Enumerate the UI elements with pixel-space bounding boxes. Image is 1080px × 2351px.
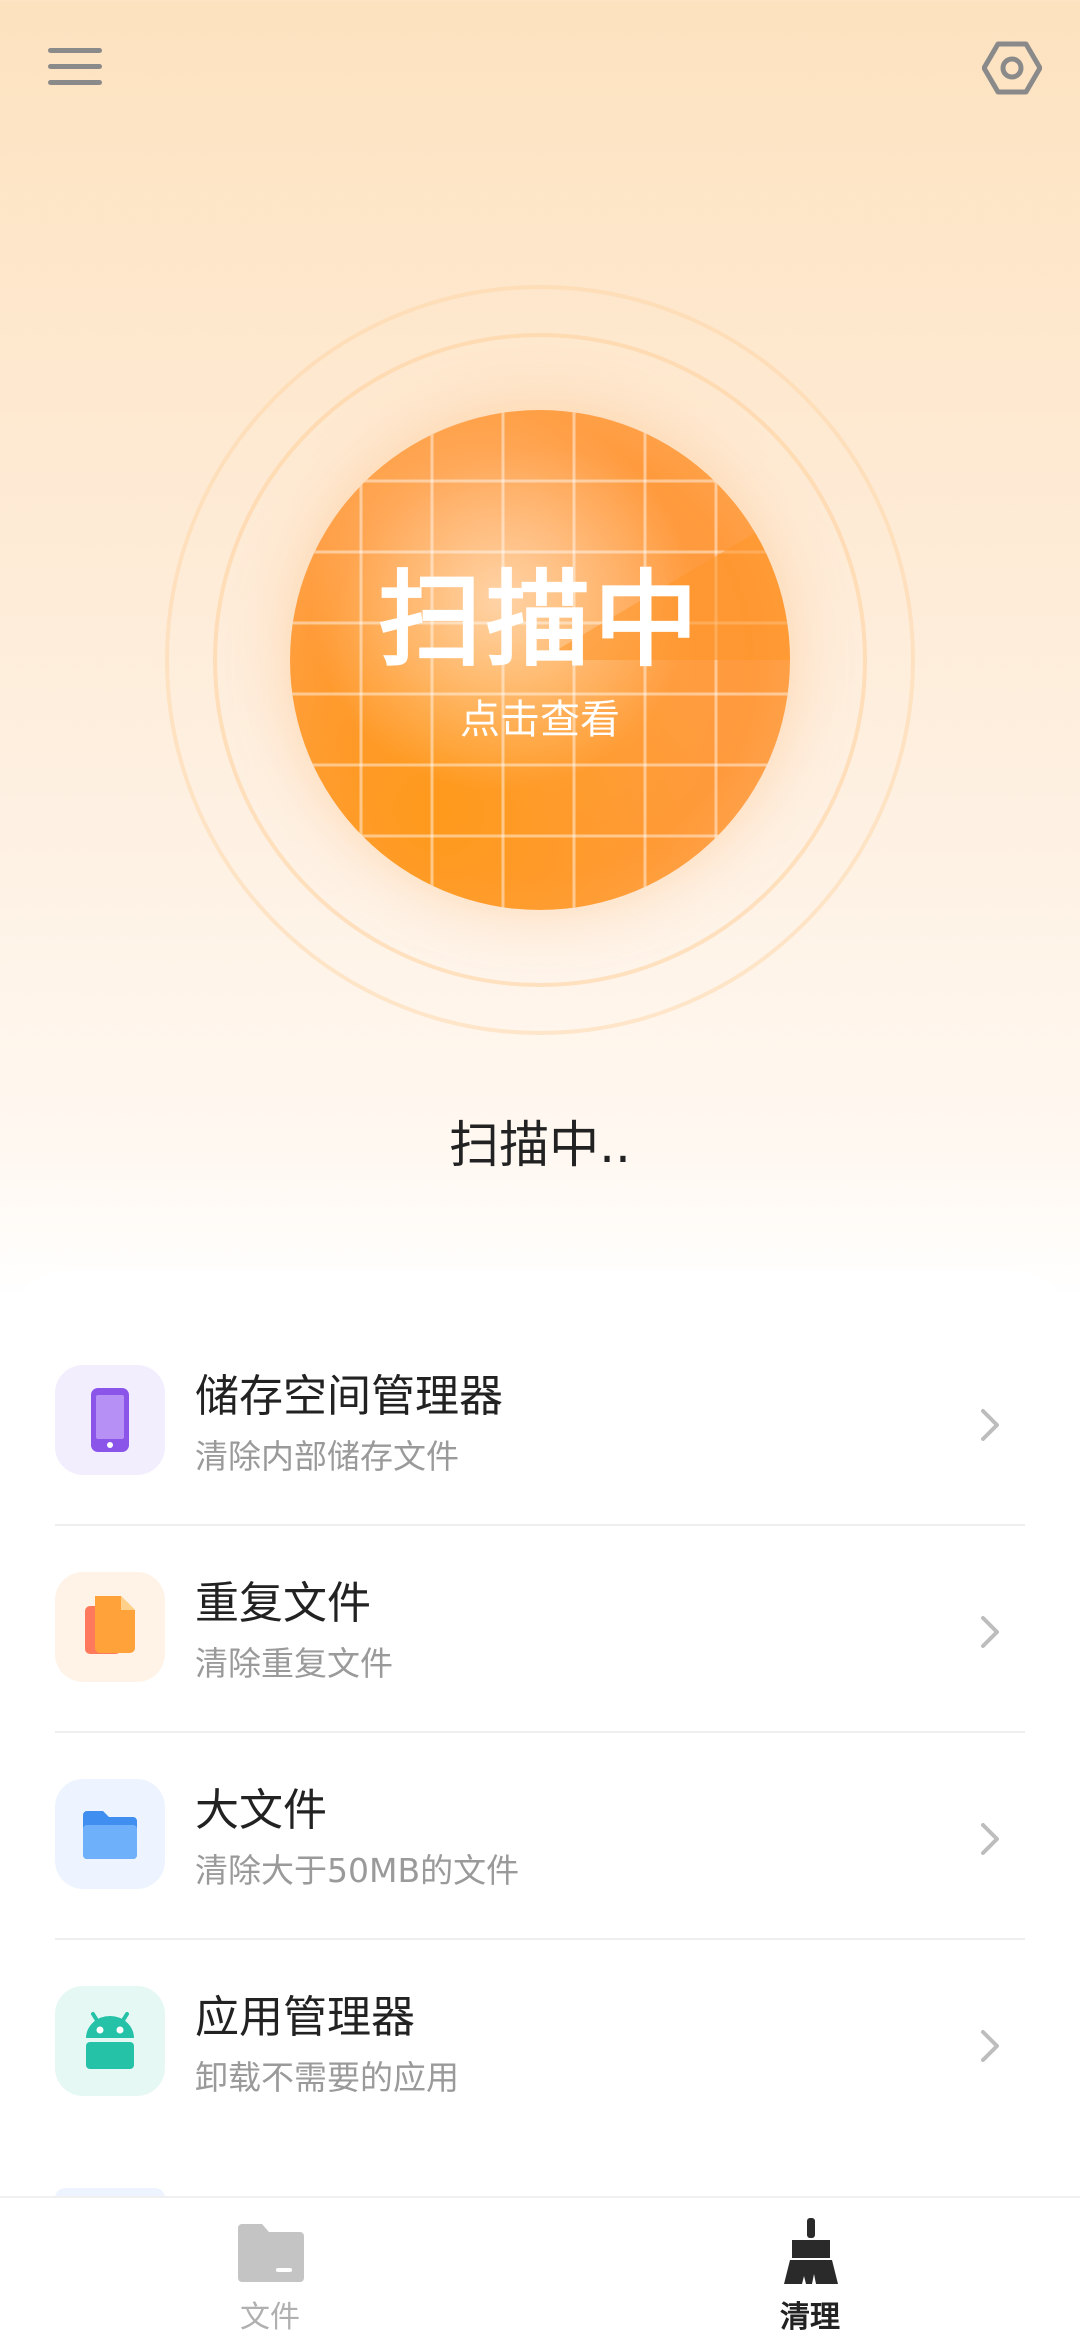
folder-tab-icon: [236, 2218, 306, 2288]
chevron-right-icon: [975, 1610, 1005, 1654]
tool-desc: 清除大于50MB的文件: [195, 1851, 520, 1890]
tool-title: 大文件: [195, 1785, 327, 1836]
divider: [55, 1731, 1025, 1733]
divider: [55, 1938, 1025, 1940]
duplicate-file-icon: [55, 1572, 165, 1682]
settings-gear-icon[interactable]: [981, 38, 1043, 98]
folder-icon: [55, 1779, 165, 1889]
top-bar: [0, 0, 1080, 140]
tool-item-large-files[interactable]: 大文件 清除大于50MB的文件: [55, 1739, 1025, 1945]
tools-card: 储存空间管理器 清除内部储存文件 重复文件 清除重复文件 大文件 清除大于50M…: [0, 1270, 1080, 2270]
broom-tab-icon: [776, 2218, 846, 2288]
tool-title: 储存空间管理器: [195, 1371, 503, 1422]
hamburger-menu-icon[interactable]: [48, 44, 106, 88]
tool-title: 应用管理器: [195, 1992, 415, 2043]
tool-desc: 卸载不需要的应用: [195, 2058, 459, 2097]
tool-item-duplicate-files[interactable]: 重复文件 清除重复文件: [55, 1532, 1025, 1738]
tab-files-label: 文件: [240, 2300, 300, 2335]
chevron-right-icon: [975, 1403, 1005, 1447]
tab-files[interactable]: 文件: [0, 2198, 540, 2351]
tool-desc: 清除内部储存文件: [195, 1437, 459, 1476]
chevron-right-icon: [975, 1817, 1005, 1861]
scan-status-text: 扫描中..: [449, 1116, 631, 1174]
android-icon: [55, 1986, 165, 2096]
tab-clean[interactable]: 清理: [540, 2198, 1080, 2351]
chevron-right-icon: [975, 2024, 1005, 2068]
scan-subtitle: 点击查看: [460, 697, 620, 743]
tab-clean-label: 清理: [780, 2300, 840, 2335]
tool-item-app-manager[interactable]: 应用管理器 卸载不需要的应用: [55, 1946, 1025, 2152]
divider: [55, 1524, 1025, 1526]
tool-title: 重复文件: [195, 1578, 371, 1629]
tool-desc: 清除重复文件: [195, 1644, 393, 1683]
scan-button[interactable]: 扫描中 点击查看: [290, 410, 790, 910]
bottom-nav: 文件 清理: [0, 2196, 1080, 2351]
tool-item-storage-manager[interactable]: 储存空间管理器 清除内部储存文件: [55, 1325, 1025, 1531]
scan-area: 扫描中 点击查看: [165, 285, 915, 1035]
phone-icon: [55, 1365, 165, 1475]
scan-title: 扫描中: [377, 559, 702, 681]
